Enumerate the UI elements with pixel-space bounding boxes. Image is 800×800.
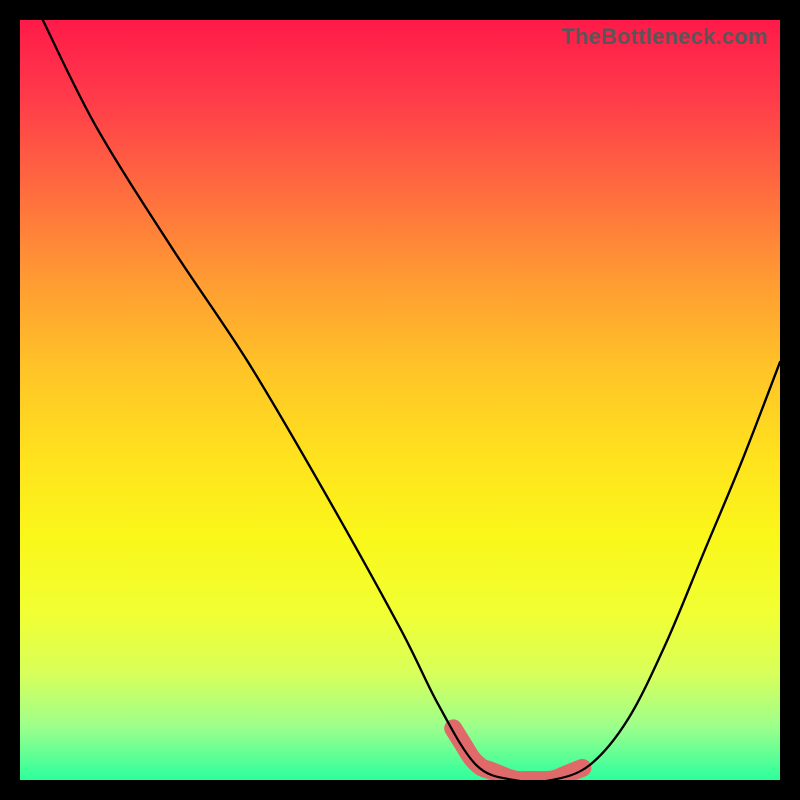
plot-area: TheBottleneck.com xyxy=(20,20,780,780)
pink-valley xyxy=(453,728,582,780)
curve-path-2 xyxy=(43,20,780,780)
chart-overlay xyxy=(20,20,780,780)
curve-path-1 xyxy=(43,20,780,780)
chart-stage: TheBottleneck.com xyxy=(0,0,800,800)
